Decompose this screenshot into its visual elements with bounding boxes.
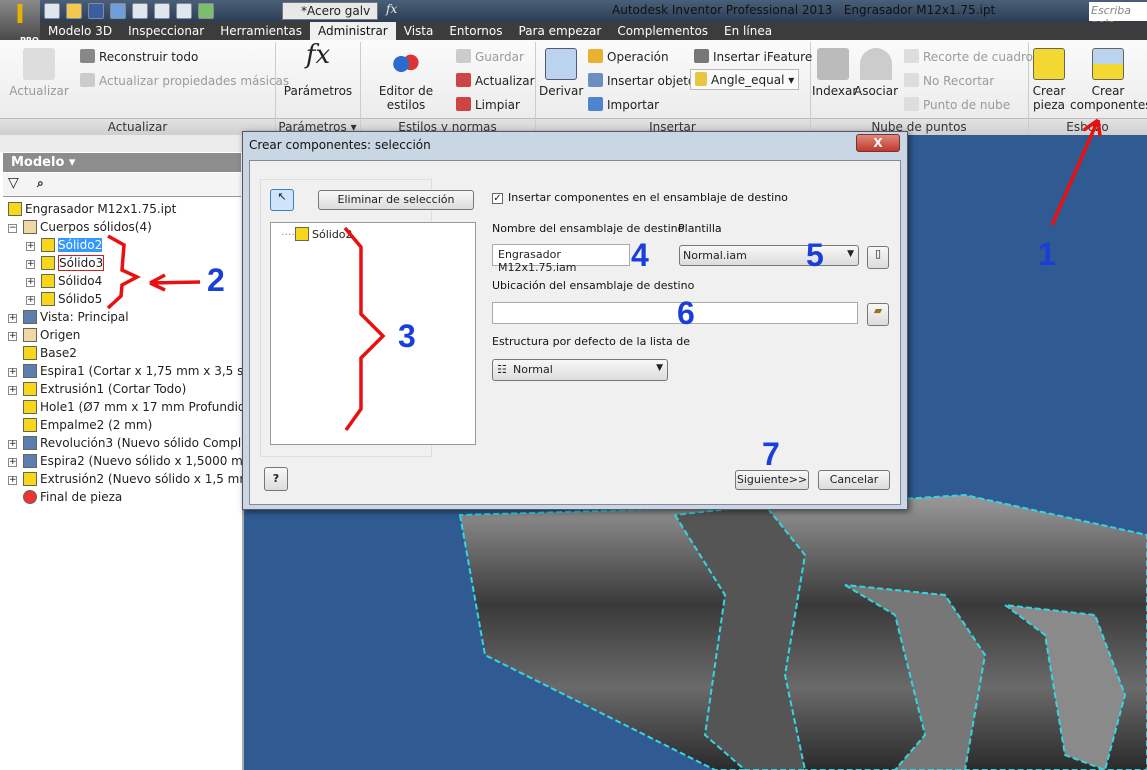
annotation-bracket-3 bbox=[343, 226, 386, 432]
annotation-number-5: 5 bbox=[806, 237, 824, 273]
annotation-bracket-2 bbox=[106, 234, 141, 310]
annotation-arrow-2 bbox=[149, 273, 201, 292]
annotation-overlay bbox=[106, 118, 1102, 432]
annotation-arrow-1 bbox=[1050, 118, 1102, 226]
annotation-number-4: 4 bbox=[631, 237, 649, 273]
annotation-number-3: 3 bbox=[398, 318, 416, 354]
annotation-number-6: 6 bbox=[677, 295, 695, 331]
annotation-number-1: 1 bbox=[1038, 236, 1056, 272]
annotation-number-7: 7 bbox=[762, 436, 780, 472]
annotation-number-2: 2 bbox=[207, 262, 225, 298]
